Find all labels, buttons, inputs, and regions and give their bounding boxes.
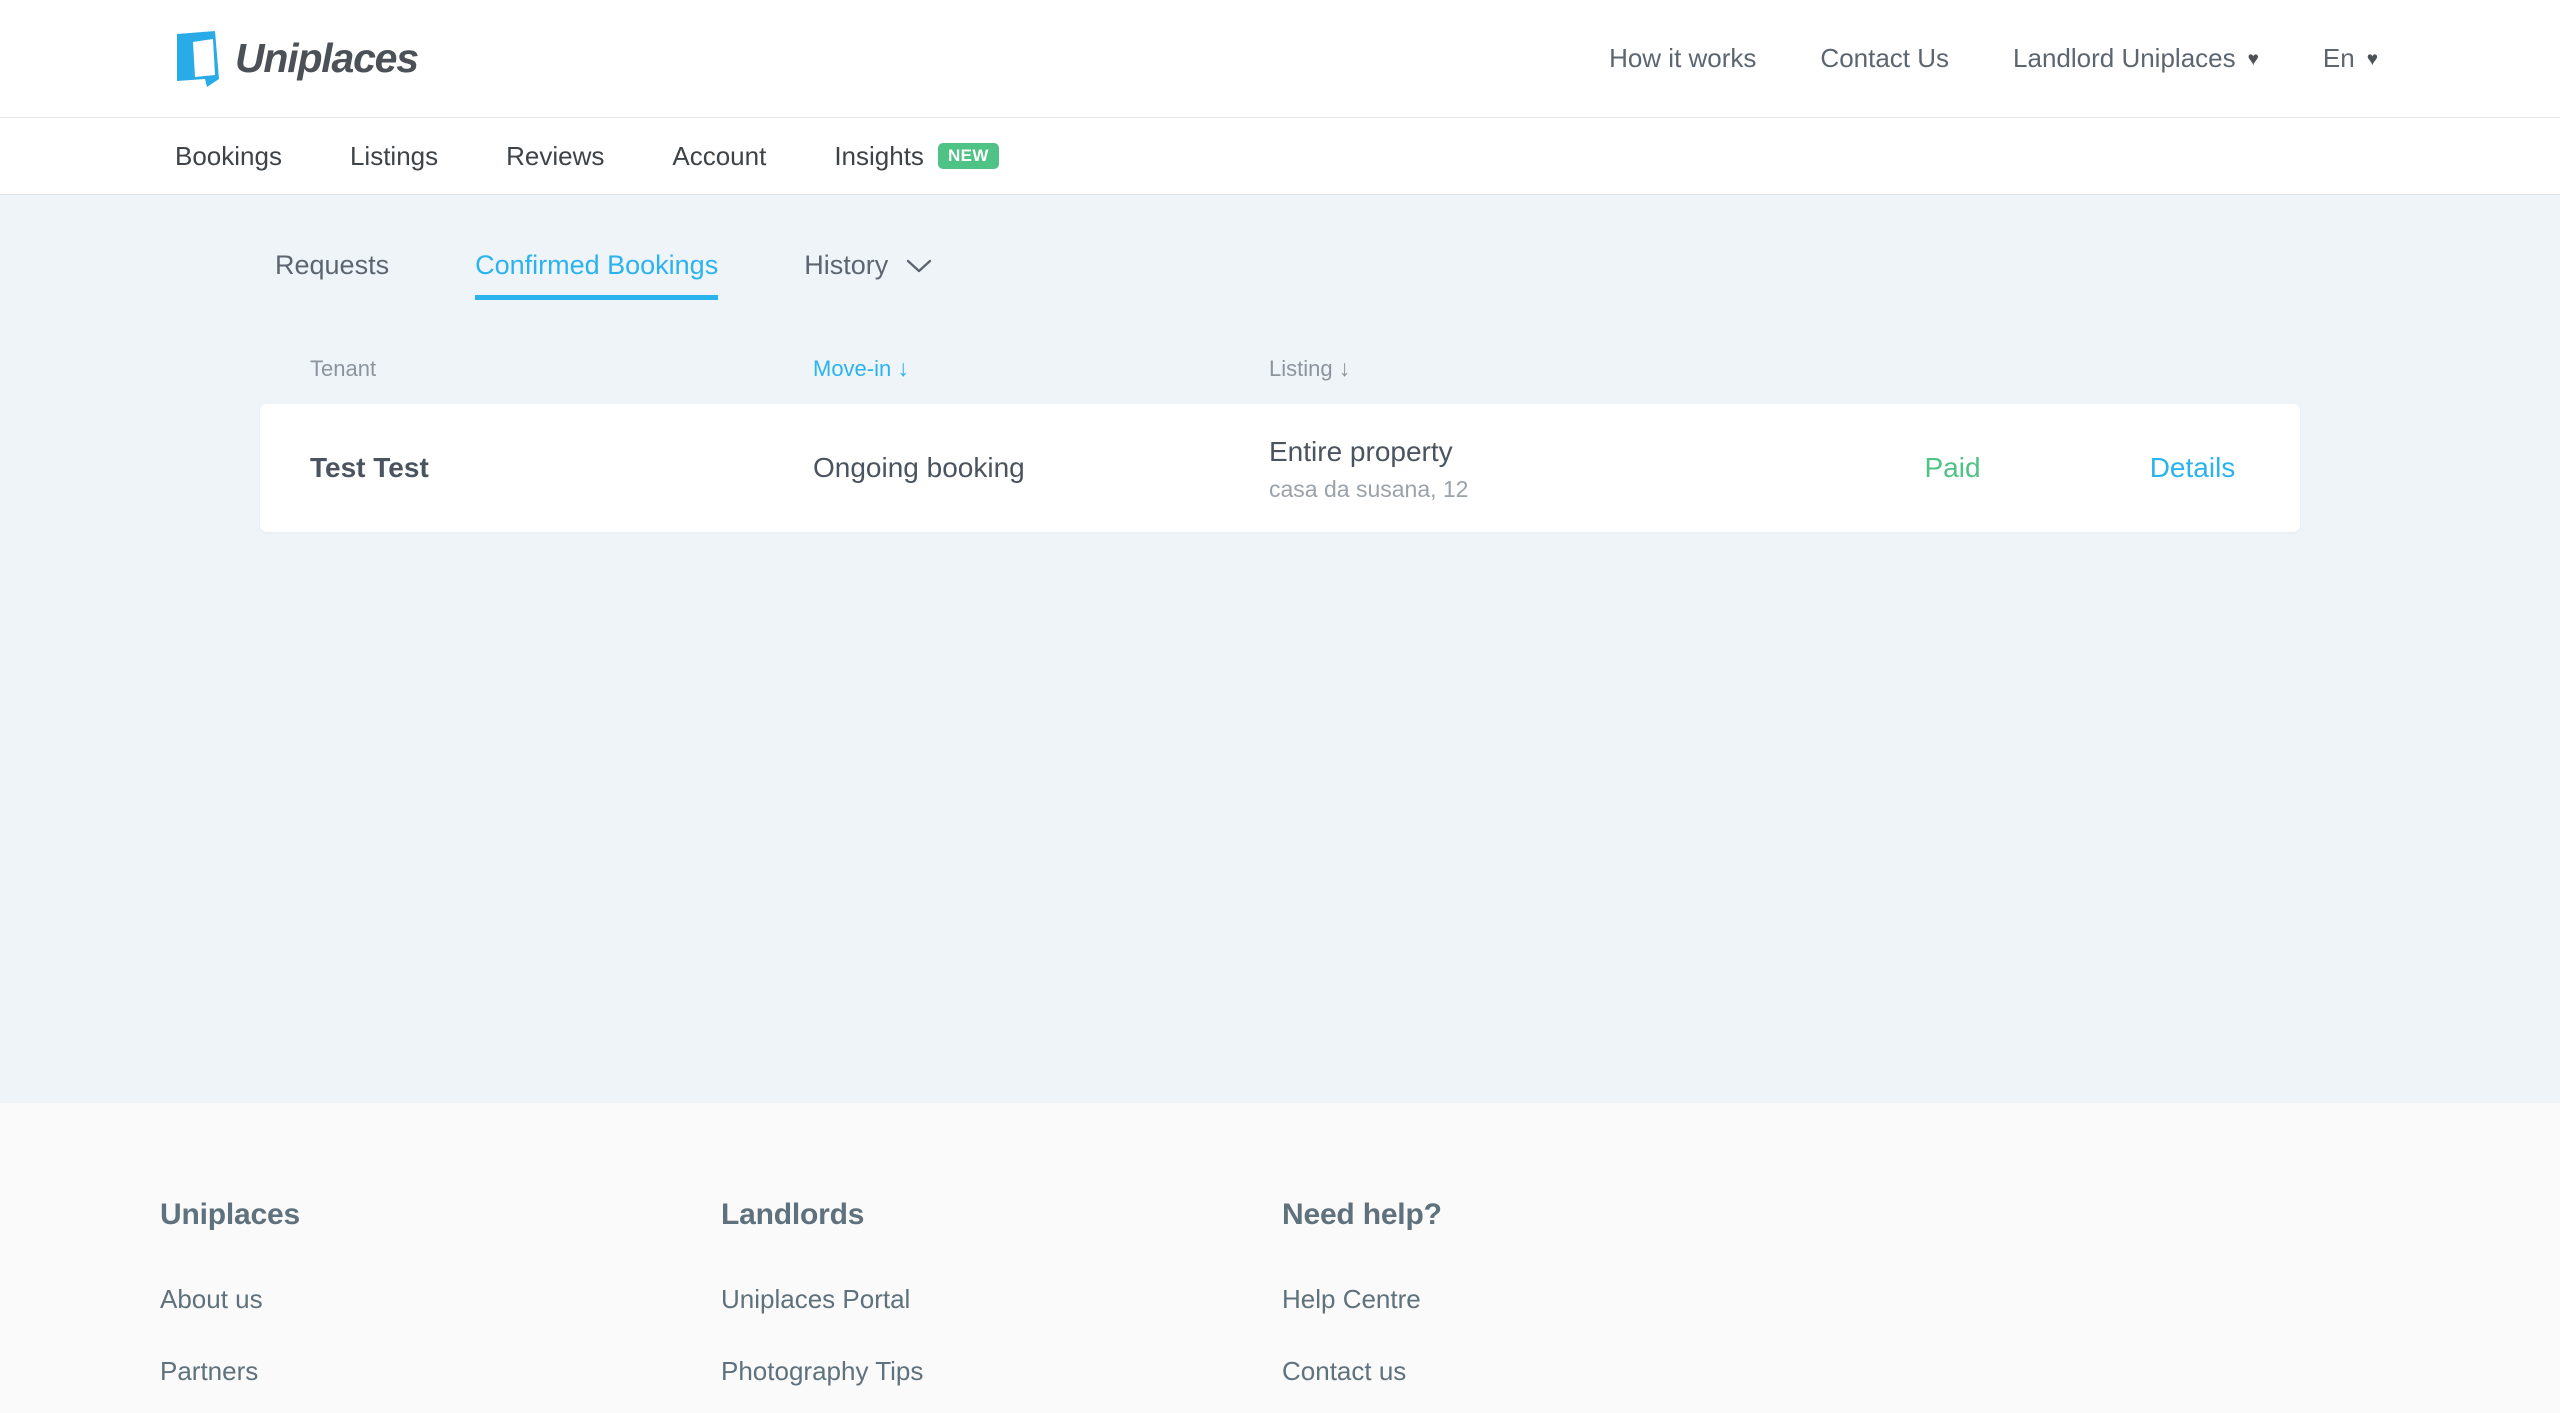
row-listing-title: Entire property <box>1269 435 1453 467</box>
sub-nav-item-reviews[interactable]: Reviews <box>506 141 604 172</box>
footer-column-title: Need help? <box>1282 1198 1442 1231</box>
tab-history[interactable]: History <box>804 250 932 300</box>
sub-nav-label: Listings <box>349 140 439 171</box>
tab-confirmed-bookings[interactable]: Confirmed Bookings <box>475 250 719 300</box>
sub-nav-label: Insights <box>834 140 924 171</box>
bookings-table-header: Tenant Move-in ↓ Listing ↓ <box>0 300 2560 382</box>
primary-top-nav: How it works Contact Us Landlord Uniplac… <box>1577 43 2410 74</box>
column-header-move-in[interactable]: Move-in ↓ <box>813 355 909 381</box>
chevron-down-icon: ♥ <box>2247 49 2259 70</box>
site-footer: Uniplaces About us Partners Landlords Un… <box>0 1103 2560 1413</box>
tab-requests[interactable]: Requests <box>275 250 389 300</box>
sub-nav-label: Reviews <box>506 140 605 171</box>
tab-label: Confirmed Bookings <box>475 250 719 280</box>
status-badge: Paid <box>1924 452 1981 483</box>
top-nav-item-how-it-works[interactable]: How it works <box>1577 43 1788 74</box>
footer-column-title: Landlords <box>721 1198 865 1231</box>
tab-label: Requests <box>275 250 390 280</box>
top-nav-label: Contact Us <box>1820 43 1950 73</box>
row-move-in: Ongoing booking <box>813 452 1025 483</box>
top-nav-label: En <box>2322 43 2355 73</box>
column-header-label: Move-in <box>813 356 892 381</box>
uniplaces-logo[interactable]: Uniplaces <box>175 30 419 87</box>
table-row[interactable]: Test Test Ongoing booking Entire propert… <box>260 404 2300 532</box>
sub-nav-item-bookings[interactable]: Bookings <box>175 141 282 172</box>
sub-nav-item-insights[interactable]: Insights NEW <box>834 140 999 172</box>
row-listing: Entire property casa da susana, 12 <box>1269 434 1820 503</box>
sub-nav-item-account[interactable]: Account <box>672 141 766 172</box>
new-badge: NEW <box>937 143 999 169</box>
bookings-tabs: Requests Confirmed Bookings History <box>0 250 2560 300</box>
footer-column-need-help: Need help? Help Centre Contact us <box>1282 1198 1843 1413</box>
footer-link-partners[interactable]: Partners <box>160 1356 258 1387</box>
footer-link-contact-us[interactable]: Contact us <box>1282 1356 1406 1387</box>
brand-wordmark: Uniplaces <box>235 35 419 81</box>
top-nav-label: Landlord Uniplaces <box>2013 43 2236 73</box>
footer-link-help-centre[interactable]: Help Centre <box>1282 1284 1421 1315</box>
sub-nav-item-listings[interactable]: Listings <box>350 141 438 172</box>
chevron-down-icon <box>906 258 932 274</box>
sort-descending-icon: ↓ <box>1338 355 1351 381</box>
site-header: Uniplaces How it works Contact Us Landlo… <box>0 0 2560 118</box>
bookings-page: Requests Confirmed Bookings History Tena… <box>0 195 2560 1103</box>
row-tenant-name: Test Test <box>310 452 429 483</box>
footer-link-about-us[interactable]: About us <box>160 1284 263 1315</box>
top-nav-item-landlord-uniplaces[interactable]: Landlord Uniplaces ♥ <box>1981 43 2291 74</box>
column-header-tenant[interactable]: Tenant <box>310 356 376 381</box>
column-header-listing[interactable]: Listing ↓ <box>1269 355 1351 381</box>
sub-nav-label: Bookings <box>175 140 282 171</box>
footer-link-uniplaces-portal[interactable]: Uniplaces Portal <box>721 1284 910 1315</box>
row-listing-address: casa da susana, 12 <box>1269 475 1469 502</box>
tab-label: History <box>804 250 889 280</box>
footer-column-landlords: Landlords Uniplaces Portal Photography T… <box>721 1198 1282 1413</box>
top-nav-item-language[interactable]: En ♥ <box>2291 43 2410 74</box>
uniplaces-door-icon <box>175 30 221 87</box>
sub-nav-label: Account <box>672 140 767 171</box>
top-nav-item-contact-us[interactable]: Contact Us <box>1788 43 1981 74</box>
footer-column-uniplaces: Uniplaces About us Partners <box>160 1198 721 1413</box>
top-nav-label: How it works <box>1609 43 1757 73</box>
details-link[interactable]: Details <box>2085 452 2300 484</box>
column-header-label: Listing <box>1269 356 1333 381</box>
footer-link-photography-tips[interactable]: Photography Tips <box>721 1356 923 1387</box>
chevron-down-icon: ♥ <box>2366 49 2378 70</box>
footer-column-title: Uniplaces <box>160 1198 300 1231</box>
account-nav: Bookings Listings Reviews Account Insigh… <box>0 118 2560 195</box>
sort-descending-icon: ↓ <box>897 355 909 381</box>
